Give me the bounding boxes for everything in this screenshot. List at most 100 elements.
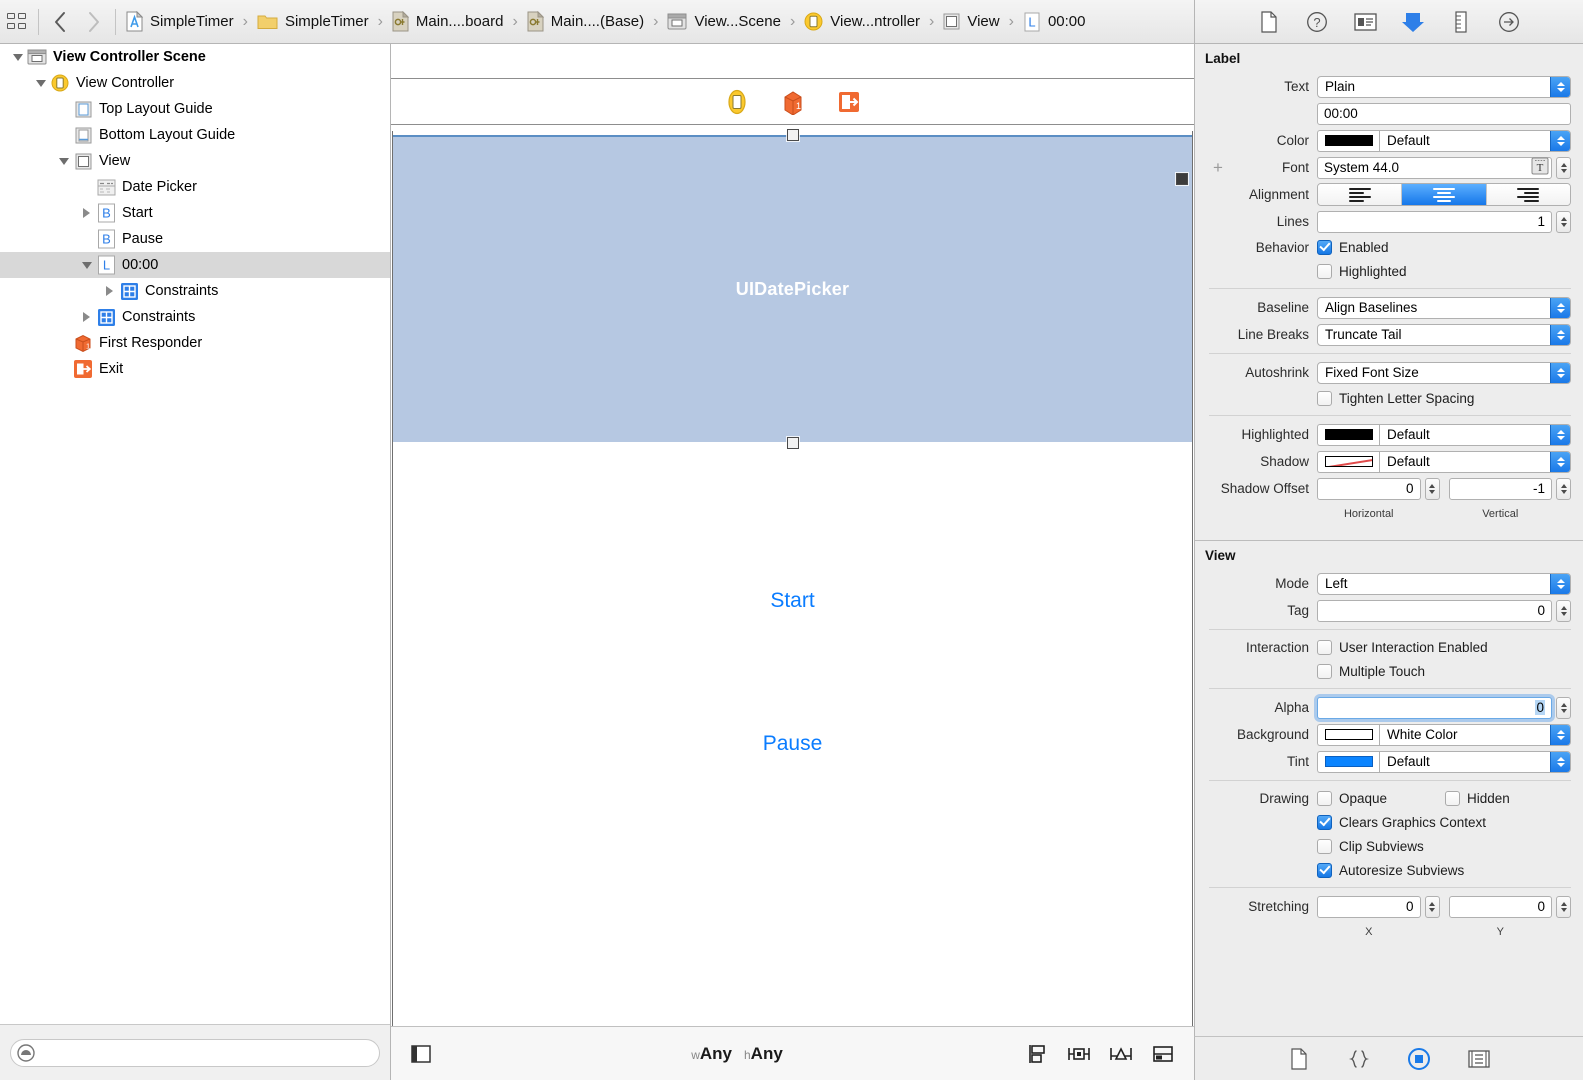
pause-button-canvas[interactable]: Pause — [393, 732, 1192, 756]
selection-handle-top[interactable] — [787, 129, 799, 141]
outline-row-exit[interactable]: Exit — [0, 356, 390, 382]
quick-help-inspector-tab[interactable]: ? — [1304, 9, 1330, 35]
text-type-dropdown[interactable]: Plain — [1317, 75, 1571, 98]
opaque-checkbox[interactable]: Opaque — [1317, 790, 1445, 806]
back-button[interactable] — [43, 0, 77, 44]
breadcrumb-item-folder[interactable]: SimpleTimer — [257, 0, 369, 44]
file-template-library-tab[interactable] — [1286, 1046, 1312, 1072]
selection-handle-bottom[interactable] — [787, 437, 799, 449]
shadow-offset-v-stepper[interactable] — [1556, 477, 1571, 500]
view-controller-canvas[interactable]: UIDatePicker Start Pause — [392, 129, 1193, 1026]
enabled-checkbox[interactable]: Enabled — [1317, 239, 1389, 255]
identity-inspector-tab[interactable] — [1352, 9, 1378, 35]
outline-row-constraints[interactable]: Constraints — [0, 304, 390, 330]
user-interaction-enabled-checkbox[interactable]: User Interaction Enabled — [1317, 639, 1488, 655]
background-color-dropdown[interactable]: White Color — [1379, 723, 1571, 746]
disclosure-triangle-down-icon[interactable] — [78, 252, 95, 278]
color-well[interactable] — [1317, 129, 1379, 152]
color-dropdown[interactable]: Default — [1379, 129, 1571, 152]
chevron-updown-icon[interactable] — [1550, 724, 1570, 745]
mode-dropdown[interactable]: Left — [1317, 572, 1571, 595]
hidden-checkbox[interactable]: Hidden — [1445, 790, 1510, 806]
alpha-stepper[interactable] — [1556, 696, 1571, 719]
shadow-color-dropdown[interactable]: Default — [1379, 450, 1571, 473]
view-as-button[interactable] — [391, 1043, 451, 1065]
tag-stepper[interactable] — [1556, 599, 1571, 622]
chevron-updown-icon[interactable] — [1550, 130, 1570, 151]
outline-row-bottom-layout-guide[interactable]: Bottom Layout Guide — [0, 122, 390, 148]
autoshrink-dropdown[interactable]: Fixed Font Size — [1317, 361, 1571, 384]
size-class-indicator[interactable]: wAny hAny — [451, 1044, 1023, 1064]
background-color-well[interactable] — [1317, 723, 1379, 746]
attributes-inspector-panel[interactable]: Label Text Plain 00:00 Color Default + F… — [1194, 44, 1583, 1036]
code-snippet-library-tab[interactable] — [1346, 1046, 1372, 1072]
shadow-offset-h-stepper[interactable] — [1424, 477, 1440, 500]
baseline-dropdown[interactable]: Align Baselines — [1317, 296, 1571, 319]
lines-stepper[interactable] — [1556, 210, 1571, 233]
chevron-updown-icon[interactable] — [1550, 76, 1570, 97]
chevron-updown-icon[interactable] — [1550, 424, 1570, 445]
disclosure-triangle-down-icon[interactable] — [32, 70, 49, 96]
tag-field[interactable]: 0 — [1317, 599, 1552, 622]
tint-color-well[interactable] — [1317, 750, 1379, 773]
breadcrumb-item-view[interactable]: View — [943, 0, 1000, 44]
disclosure-triangle-right-icon[interactable] — [101, 278, 118, 304]
outline-row-view-controller[interactable]: View Controller — [0, 70, 390, 96]
alpha-field[interactable]: 0 — [1317, 696, 1552, 719]
outline-row-00-00[interactable]: L 00:00 — [0, 252, 390, 278]
outline-row-first-responder[interactable]: 1 First Responder — [0, 330, 390, 356]
chevron-updown-icon[interactable] — [1550, 451, 1570, 472]
font-field[interactable]: System 44.0 T — [1317, 156, 1552, 179]
tighten-letter-spacing-checkbox[interactable]: Tighten Letter Spacing — [1317, 390, 1474, 406]
stretching-y-stepper[interactable] — [1556, 895, 1571, 918]
resolve-button[interactable] — [1149, 1041, 1177, 1067]
attributes-inspector-tab[interactable] — [1400, 9, 1426, 35]
lines-field[interactable]: 1 — [1317, 210, 1552, 233]
chevron-updown-icon[interactable] — [1550, 324, 1570, 345]
highlighted-color-well[interactable] — [1317, 423, 1379, 446]
size-inspector-tab[interactable] — [1448, 9, 1474, 35]
chevron-updown-icon[interactable] — [1550, 297, 1570, 318]
breadcrumb-item-label[interactable]: L 00:00 — [1023, 0, 1085, 44]
outline-filter-input[interactable] — [36, 1045, 379, 1060]
add-font-variation-icon[interactable]: + — [1213, 159, 1223, 176]
storyboard-canvas[interactable]: 1 UIDatePicker Start Pause wAny hAny — [390, 44, 1195, 1080]
outline-row-constraints[interactable]: Constraints — [0, 278, 390, 304]
disclosure-triangle-down-icon[interactable] — [55, 148, 72, 174]
line-breaks-dropdown[interactable]: Truncate Tail — [1317, 323, 1571, 346]
stretching-y-field[interactable]: 0 — [1448, 895, 1552, 918]
date-picker-placeholder[interactable]: UIDatePicker — [393, 135, 1192, 442]
align-left-segment[interactable] — [1318, 184, 1403, 205]
stretching-x-field[interactable]: 0 — [1317, 895, 1421, 918]
align-right-segment[interactable] — [1486, 184, 1570, 205]
selection-handle-corner[interactable] — [1176, 173, 1188, 185]
tint-color-dropdown[interactable]: Default — [1379, 750, 1571, 773]
outline-row-view-controller-scene[interactable]: View Controller Scene — [0, 44, 390, 70]
media-library-tab[interactable] — [1466, 1046, 1492, 1072]
breadcrumb-item-view-controller[interactable]: View...ntroller — [804, 0, 920, 44]
outline-row-date-picker[interactable]: Date Picker — [0, 174, 390, 200]
stack-button[interactable] — [1023, 1041, 1051, 1067]
chevron-updown-icon[interactable] — [1550, 573, 1570, 594]
outline-row-top-layout-guide[interactable]: Top Layout Guide — [0, 96, 390, 122]
start-button-canvas[interactable]: Start — [393, 589, 1192, 613]
align-button[interactable] — [1065, 1041, 1093, 1067]
outline-filter-field[interactable] — [10, 1038, 380, 1067]
pin-button[interactable] — [1107, 1041, 1135, 1067]
shadow-color-well[interactable] — [1317, 450, 1379, 473]
font-size-stepper[interactable] — [1556, 156, 1571, 179]
chevron-updown-icon[interactable] — [1550, 362, 1570, 383]
outline-row-view[interactable]: View — [0, 148, 390, 174]
clip-subviews-checkbox[interactable]: Clip Subviews — [1317, 838, 1424, 854]
breadcrumb-item-storyboard-base[interactable]: Main....(Base) — [527, 0, 644, 44]
multiple-touch-checkbox[interactable]: Multiple Touch — [1317, 663, 1425, 679]
stretching-x-stepper[interactable] — [1424, 895, 1440, 918]
highlighted-checkbox[interactable]: Highlighted — [1317, 263, 1407, 279]
view-controller-dock-icon[interactable] — [724, 89, 750, 115]
label-text-field[interactable]: 00:00 — [1317, 102, 1571, 125]
related-items-button[interactable] — [0, 0, 34, 44]
connections-inspector-tab[interactable] — [1496, 9, 1522, 35]
first-responder-dock-icon[interactable]: 1 — [780, 89, 806, 115]
highlighted-color-dropdown[interactable]: Default — [1379, 423, 1571, 446]
disclosure-triangle-right-icon[interactable] — [78, 304, 95, 330]
